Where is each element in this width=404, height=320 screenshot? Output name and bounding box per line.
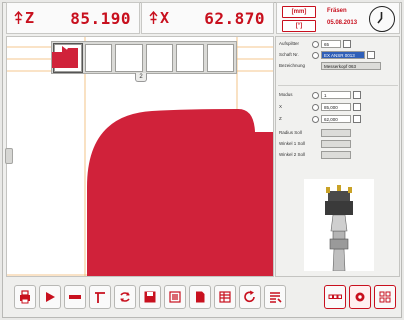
- tool-holder-image: [304, 179, 374, 272]
- shape-ramp[interactable]: [52, 44, 112, 72]
- redo-button[interactable]: [239, 285, 261, 309]
- axis-arrow-icon: [14, 11, 23, 24]
- contour-icon: [95, 292, 105, 303]
- radio-button[interactable]: [312, 116, 319, 123]
- unit-mm-button[interactable]: [mm]: [282, 6, 316, 18]
- document-button[interactable]: [189, 285, 211, 309]
- document-icon: [196, 291, 205, 303]
- param-row-winkel1: Winkel 1 Soll: [276, 140, 401, 150]
- view-mode-icon: [328, 294, 342, 299]
- unit-degree-button[interactable]: [°]: [282, 20, 316, 32]
- param-label: Winkel 2 Soll: [279, 152, 306, 157]
- param-label: Aufspiltter: [279, 41, 300, 46]
- checkbox[interactable]: [353, 103, 361, 111]
- param-row-bezeichnung: Bezeichnung Messerkopf 063: [276, 62, 401, 72]
- param-field[interactable]: Messerkopf 063: [321, 62, 381, 70]
- view-mode-button[interactable]: [324, 285, 346, 309]
- x-axis-name: X: [160, 9, 170, 27]
- list-edit-icon: [270, 292, 282, 303]
- radio-button[interactable]: [312, 41, 319, 48]
- settings-icon: [355, 292, 365, 302]
- side-panel-handle[interactable]: [5, 148, 13, 164]
- list-edit-button[interactable]: [264, 285, 286, 309]
- param-field[interactable]: 65: [321, 40, 341, 48]
- param-row-modus: Modus 1: [276, 91, 401, 101]
- contour-button[interactable]: [89, 285, 111, 309]
- table-icon: [219, 291, 231, 303]
- operation-label: Fräsen: [327, 8, 347, 14]
- x-axis-label: X: [149, 9, 169, 27]
- save-icon: [144, 291, 156, 303]
- shape-step-down[interactable]: [54, 44, 173, 72]
- param-row-x: X 85,000: [276, 103, 401, 113]
- minus-icon: [69, 295, 81, 299]
- checkbox[interactable]: [353, 91, 361, 99]
- table-button[interactable]: [214, 285, 236, 309]
- checkbox[interactable]: [353, 115, 361, 123]
- param-field[interactable]: [321, 140, 351, 148]
- radio-button[interactable]: [312, 52, 319, 59]
- param-field[interactable]: 1: [321, 91, 351, 99]
- clock-icon: [369, 6, 395, 32]
- print-button[interactable]: [14, 285, 36, 309]
- dro-x: X 62.870: [141, 2, 274, 34]
- shape-bar-expander[interactable]: 2: [135, 73, 147, 82]
- param-label: X: [279, 104, 283, 109]
- date-label: 05.08.2013: [327, 20, 358, 26]
- param-row-aufspiltter: Aufspiltter 65: [276, 40, 401, 50]
- shape-step-slope[interactable]: [62, 44, 143, 72]
- play-button[interactable]: [39, 285, 61, 309]
- x-value: 62.870: [204, 8, 265, 28]
- axis-arrow-icon: [149, 11, 158, 24]
- param-label: Schaft Nr.: [279, 52, 299, 57]
- param-field[interactable]: [321, 151, 351, 159]
- param-field[interactable]: 62,000: [321, 115, 351, 123]
- print-icon: [20, 290, 30, 304]
- param-field[interactable]: EX ANSR 0013: [321, 51, 365, 59]
- param-label: Modus: [279, 92, 293, 97]
- checkbox[interactable]: [343, 40, 351, 48]
- param-label: Winkel 1 Soll: [279, 141, 306, 146]
- refresh-icon: [120, 292, 130, 302]
- grid-icon: [379, 291, 391, 303]
- grid-button[interactable]: [374, 285, 396, 309]
- redo-icon: [244, 290, 255, 303]
- param-field[interactable]: [321, 129, 351, 137]
- settings-button[interactable]: [349, 285, 371, 309]
- shape-selector-bar: [51, 41, 237, 74]
- divider: [278, 85, 398, 86]
- param-label: Z: [279, 116, 282, 121]
- play-icon: [46, 292, 55, 302]
- save-button[interactable]: [139, 285, 161, 309]
- radio-button[interactable]: [312, 104, 319, 111]
- shape-fillet-corner[interactable]: [52, 44, 234, 72]
- shape-s-curve[interactable]: [52, 44, 204, 72]
- z-value: 85.190: [70, 8, 131, 28]
- parameter-panel: Aufspiltter 65 Schaft Nr. EX ANSR 0013 B…: [275, 36, 400, 277]
- contour-canvas[interactable]: 2: [6, 36, 274, 277]
- dro-z: Z 85.190: [6, 2, 140, 34]
- z-axis-name: Z: [25, 9, 35, 27]
- param-row-schaft: Schaft Nr. EX ANSR 0013: [276, 51, 401, 61]
- radio-button[interactable]: [312, 92, 319, 99]
- param-row-z: Z 62,000: [276, 115, 401, 125]
- param-label: Bezeichnung: [279, 63, 306, 68]
- workpiece-shape: [87, 108, 273, 276]
- minus-button[interactable]: [64, 285, 86, 309]
- param-label: Radius Soll: [279, 130, 302, 135]
- list-icon: [169, 291, 181, 303]
- param-field[interactable]: 85,000: [321, 103, 351, 111]
- bottom-toolbar: [6, 282, 402, 315]
- param-row-radius: Radius Soll: [276, 129, 401, 139]
- param-row-winkel2: Winkel 2 Soll: [276, 151, 401, 161]
- z-axis-label: Z: [14, 9, 34, 27]
- list-button[interactable]: [164, 285, 186, 309]
- checkbox[interactable]: [367, 51, 375, 59]
- refresh-button[interactable]: [114, 285, 136, 309]
- info-panel: [mm] [°] Fräsen 05.08.2013: [276, 2, 400, 34]
